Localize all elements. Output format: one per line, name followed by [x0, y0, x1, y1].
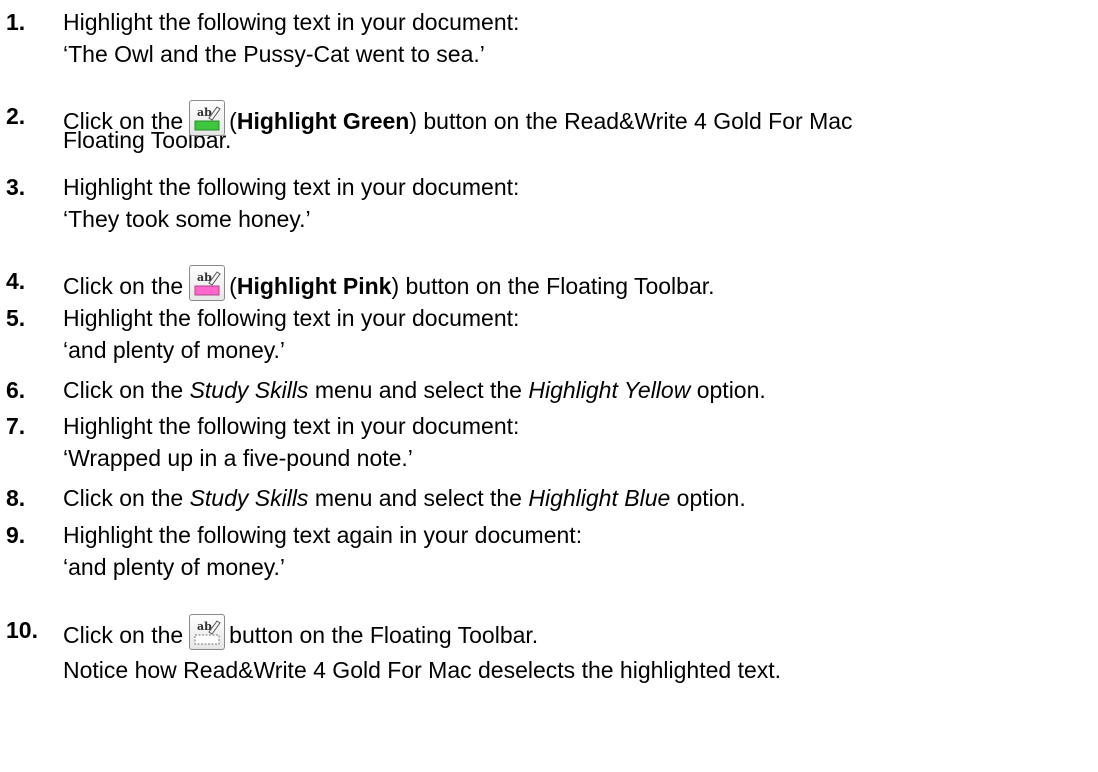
step-number: 9. [6, 522, 26, 548]
step-number: 7. [6, 413, 26, 439]
quoted-text: ‘They took some honey.’ [63, 206, 311, 232]
step-number: 8. [6, 485, 26, 511]
step-number: 6. [6, 377, 26, 403]
step-instruction: Highlight the following text in your doc… [63, 413, 520, 439]
menu-name: Study Skills [189, 485, 309, 511]
step-number: 3. [6, 174, 26, 200]
quoted-text: ‘and plenty of money.’ [63, 337, 286, 363]
button-name: Highlight Green [236, 108, 410, 134]
step-number: 1. [6, 9, 26, 35]
step-continuation: Notice how Read&Write 4 Gold For Mac des… [63, 657, 782, 683]
step-number: 2. [6, 103, 26, 129]
step-instruction: Click on the [63, 622, 184, 648]
menu-name: Study Skills [189, 377, 309, 403]
highlight-pink-icon[interactable]: ab [189, 265, 226, 301]
quoted-text: ‘Wrapped up in a five-pound note.’ [63, 445, 413, 471]
step-instruction: Highlight the following text in your doc… [63, 305, 520, 331]
clear-highlights-icon[interactable]: ab [189, 614, 226, 650]
quoted-text: ‘The Owl and the Pussy-Cat went to sea.’ [63, 41, 485, 67]
step-instruction: Highlight the following text in your doc… [63, 9, 520, 35]
step-instruction: Click on the [63, 273, 184, 299]
option-name: Highlight Blue [528, 485, 671, 511]
step-instruction: Highlight the following text again in yo… [63, 522, 583, 548]
highlight-green-icon[interactable]: ab [189, 100, 226, 136]
step-number: 4. [6, 268, 26, 294]
step-number: 5. [6, 305, 26, 331]
button-name: Highlight Pink [236, 273, 392, 299]
quoted-text: ‘and plenty of money.’ [63, 554, 286, 580]
step-number: 10. [6, 617, 38, 643]
step-instruction: Highlight the following text in your doc… [63, 174, 520, 200]
option-name: Highlight Yellow [528, 377, 691, 403]
